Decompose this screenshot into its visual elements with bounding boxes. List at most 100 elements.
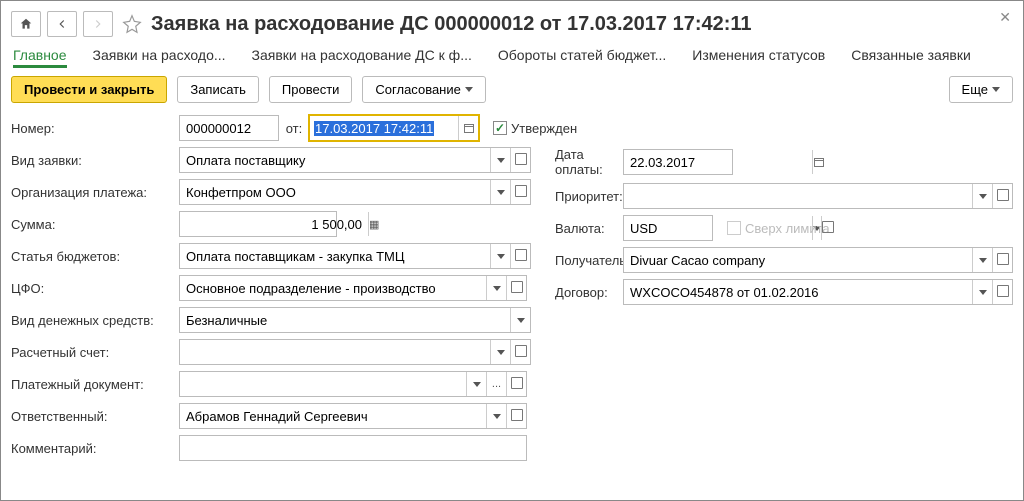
tab-bar: Главное Заявки на расходо... Заявки на р… bbox=[11, 47, 1013, 68]
open-icon[interactable] bbox=[510, 244, 530, 268]
home-button[interactable] bbox=[11, 11, 41, 37]
label-recipient: Получатель: bbox=[541, 253, 623, 268]
label-budget: Статья бюджетов: bbox=[11, 249, 179, 264]
tab-status-changes[interactable]: Изменения статусов bbox=[692, 47, 825, 68]
chevron-down-icon bbox=[465, 87, 473, 92]
label-amount: Сумма: bbox=[11, 217, 179, 232]
open-icon[interactable] bbox=[506, 276, 526, 300]
label-currency: Валюта: bbox=[541, 221, 623, 236]
cash-type-field[interactable] bbox=[179, 307, 531, 333]
calculator-icon[interactable]: ▦ bbox=[368, 212, 379, 236]
chevron-down-icon bbox=[992, 87, 1000, 92]
pay-doc-field[interactable]: ... bbox=[179, 371, 527, 397]
recipient-input[interactable] bbox=[624, 253, 972, 268]
back-button[interactable] bbox=[47, 11, 77, 37]
dropdown-icon[interactable] bbox=[466, 372, 486, 396]
more-button[interactable]: Еще bbox=[949, 76, 1013, 103]
budget-field[interactable] bbox=[179, 243, 531, 269]
label-pay-date: Дата оплаты: bbox=[541, 147, 623, 177]
dropdown-icon[interactable] bbox=[490, 340, 510, 364]
label-priority: Приоритет: bbox=[541, 189, 623, 204]
comment-input[interactable] bbox=[180, 441, 526, 456]
dropdown-icon[interactable] bbox=[486, 404, 506, 428]
open-icon[interactable] bbox=[992, 248, 1012, 272]
pay-date-field[interactable] bbox=[623, 149, 733, 175]
dropdown-icon[interactable] bbox=[490, 148, 510, 172]
label-cash-type: Вид денежных средств: bbox=[11, 313, 179, 328]
save-button[interactable]: Записать bbox=[177, 76, 259, 103]
dropdown-icon[interactable] bbox=[490, 244, 510, 268]
approved-checkbox[interactable]: ✓ Утвержден bbox=[493, 121, 577, 136]
label-req-type: Вид заявки: bbox=[11, 153, 179, 168]
number-field[interactable] bbox=[179, 115, 279, 141]
dropdown-icon[interactable] bbox=[972, 280, 992, 304]
label-comment: Комментарий: bbox=[11, 441, 179, 456]
req-type-input[interactable] bbox=[180, 153, 490, 168]
recipient-field[interactable] bbox=[623, 247, 1013, 273]
pay-org-field[interactable] bbox=[179, 179, 531, 205]
tab-linked[interactable]: Связанные заявки bbox=[851, 47, 971, 68]
cfo-input[interactable] bbox=[180, 281, 486, 296]
label-cfo: ЦФО: bbox=[11, 281, 179, 296]
dropdown-icon[interactable] bbox=[510, 308, 530, 332]
responsible-field[interactable] bbox=[179, 403, 527, 429]
open-icon[interactable] bbox=[506, 372, 526, 396]
open-icon[interactable] bbox=[510, 180, 530, 204]
date-field[interactable]: 17.03.2017 17:42:11 bbox=[309, 115, 479, 141]
approved-label: Утвержден bbox=[511, 121, 577, 136]
calendar-icon[interactable] bbox=[812, 150, 825, 174]
tab-main[interactable]: Главное bbox=[13, 47, 67, 68]
cfo-field[interactable] bbox=[179, 275, 527, 301]
pay-org-input[interactable] bbox=[180, 185, 490, 200]
over-limit-checkbox: Сверх лимита bbox=[727, 221, 830, 236]
page-title: Заявка на расходование ДС 000000012 от 1… bbox=[151, 13, 752, 36]
open-icon[interactable] bbox=[992, 184, 1012, 208]
cash-type-input[interactable] bbox=[180, 313, 510, 328]
amount-input[interactable] bbox=[180, 217, 368, 232]
tab-turnover[interactable]: Обороты статей бюджет... bbox=[498, 47, 666, 68]
budget-input[interactable] bbox=[180, 249, 490, 264]
label-account: Расчетный счет: bbox=[11, 345, 179, 360]
dropdown-icon[interactable] bbox=[486, 276, 506, 300]
label-responsible: Ответственный: bbox=[11, 409, 179, 424]
open-icon[interactable] bbox=[506, 404, 526, 428]
favorite-star-icon[interactable] bbox=[121, 13, 143, 35]
contract-input[interactable] bbox=[624, 285, 972, 300]
label-pay-org: Организация платежа: bbox=[11, 185, 179, 200]
label-from: от: bbox=[279, 121, 309, 136]
account-input[interactable] bbox=[180, 345, 490, 360]
approval-label: Согласование bbox=[375, 82, 460, 97]
over-limit-label: Сверх лимита bbox=[745, 221, 830, 236]
label-contract: Договор: bbox=[541, 285, 623, 300]
date-input[interactable]: 17.03.2017 17:42:11 bbox=[314, 121, 434, 136]
priority-input[interactable] bbox=[624, 189, 972, 204]
post-button[interactable]: Провести bbox=[269, 76, 353, 103]
open-icon[interactable] bbox=[510, 340, 530, 364]
pay-date-input[interactable] bbox=[624, 155, 812, 170]
close-icon[interactable]: ✕ bbox=[999, 9, 1011, 26]
label-pay-doc: Платежный документ: bbox=[11, 377, 179, 392]
responsible-input[interactable] bbox=[180, 409, 486, 424]
open-icon[interactable] bbox=[992, 280, 1012, 304]
dropdown-icon[interactable] bbox=[490, 180, 510, 204]
contract-field[interactable] bbox=[623, 279, 1013, 305]
ellipsis-icon[interactable]: ... bbox=[486, 372, 506, 396]
open-icon[interactable] bbox=[510, 148, 530, 172]
req-type-field[interactable] bbox=[179, 147, 531, 173]
currency-field[interactable] bbox=[623, 215, 713, 241]
amount-field[interactable]: ▦ bbox=[179, 211, 337, 237]
comment-field[interactable] bbox=[179, 435, 527, 461]
dropdown-icon[interactable] bbox=[972, 184, 992, 208]
forward-button bbox=[83, 11, 113, 37]
dropdown-icon[interactable] bbox=[972, 248, 992, 272]
tab-apps[interactable]: Заявки на расходо... bbox=[93, 47, 226, 68]
priority-field[interactable] bbox=[623, 183, 1013, 209]
pay-doc-input[interactable] bbox=[180, 377, 466, 392]
calendar-icon[interactable] bbox=[458, 116, 478, 140]
account-field[interactable] bbox=[179, 339, 531, 365]
approval-button[interactable]: Согласование bbox=[362, 76, 485, 103]
post-and-close-button[interactable]: Провести и закрыть bbox=[11, 76, 167, 103]
tab-apps-inv[interactable]: Заявки на расходование ДС к ф... bbox=[252, 47, 472, 68]
more-label: Еще bbox=[962, 82, 988, 97]
label-number: Номер: bbox=[11, 121, 179, 136]
